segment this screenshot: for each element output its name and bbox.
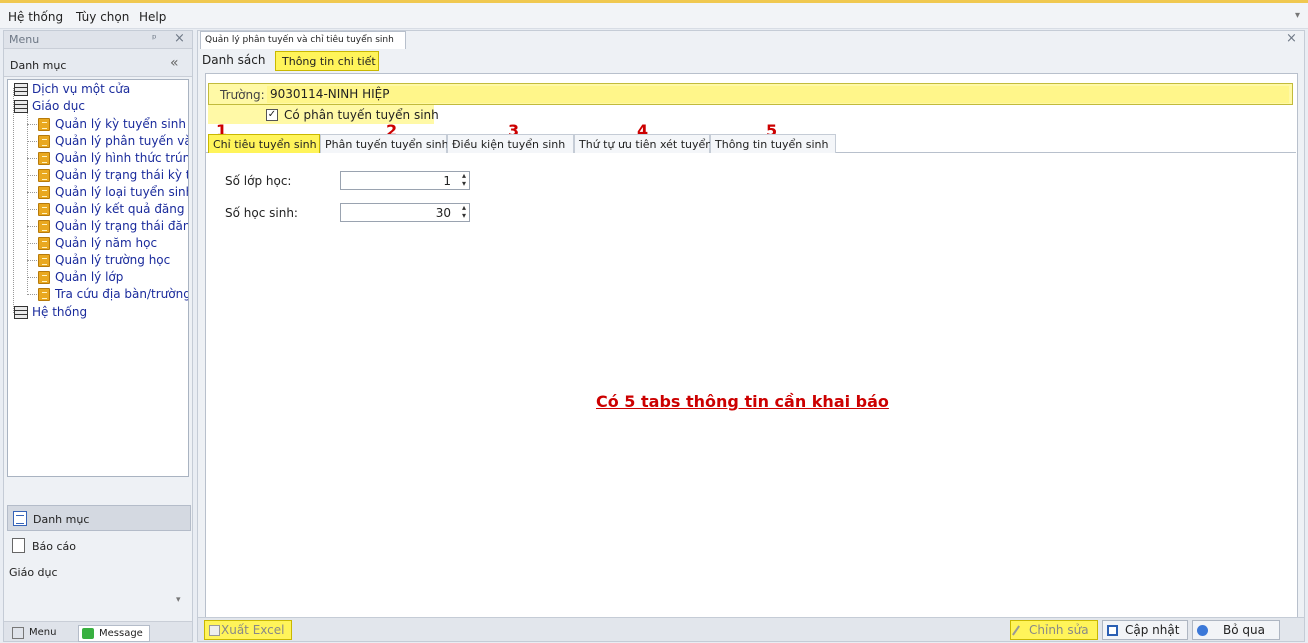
message-icon	[82, 628, 94, 639]
tab-thong-tin-chi-tiet[interactable]: Thông tin chi tiết	[275, 51, 379, 71]
tab-dieu-kien[interactable]: Điều kiện tuyển sinh	[447, 134, 574, 153]
spinner-arrows-icon[interactable]: ▴ ▾	[462, 172, 466, 188]
xuat-excel-button[interactable]: Xuất Excel	[204, 620, 292, 640]
tab-thu-tu-uu-tien[interactable]: Thứ tự ưu tiên xét tuyển	[574, 134, 712, 153]
truong-label: Trường:	[220, 88, 265, 102]
phan-tuyen-checkbox[interactable]: ✓	[266, 109, 278, 121]
tree-child-item[interactable]: Quản lý loại tuyển sinh	[8, 184, 188, 201]
chinh-sua-button[interactable]: Chỉnh sửa	[1010, 620, 1098, 640]
report-icon	[12, 538, 25, 553]
book-icon	[38, 271, 50, 284]
tree-child-item[interactable]: Tra cứu địa bàn/trường h	[8, 286, 188, 303]
excel-icon	[209, 625, 220, 636]
nav-danh-muc[interactable]: Danh mục	[7, 505, 191, 531]
tab-message[interactable]: Message	[78, 625, 150, 642]
info-tabs: Chỉ tiêu tuyển sinh Phân tuyến tuyển sin…	[206, 133, 1296, 153]
menu-help[interactable]: Help	[139, 10, 166, 24]
truong-row: Trường: 9030114-NINH HIỆP	[208, 83, 1293, 105]
tree-child-item[interactable]: Quản lý phân tuyến và ch	[8, 133, 188, 150]
bottom-toolbar: Xuất Excel Chỉnh sửa Cập nhật Bỏ qua	[198, 617, 1304, 641]
tree-item-he-thong[interactable]: Hệ thống	[8, 304, 188, 321]
book-icon	[38, 237, 50, 250]
so-lop-label: Số lớp học:	[225, 174, 292, 188]
tree-child-item[interactable]: Quản lý kết quả đăng ký	[8, 201, 188, 218]
tab-chi-tieu[interactable]: Chỉ tiêu tuyển sinh	[208, 134, 320, 153]
book-icon	[38, 152, 50, 165]
book-icon	[38, 169, 50, 182]
document-tab[interactable]: Quản lý phân tuyến và chỉ tiêu tuyển sin…	[200, 31, 406, 49]
tab-danh-sach[interactable]: Danh sách	[202, 53, 265, 67]
tab-menu[interactable]: Menu	[12, 625, 72, 642]
menu-icon	[12, 627, 24, 639]
save-icon	[1107, 625, 1118, 636]
section-title: Danh mục	[10, 59, 67, 72]
tab-thong-tin[interactable]: Thông tin tuyển sinh	[710, 134, 836, 153]
left-panel: Menu ᵖ × Danh mục « Dịch vụ một cửa Giáo…	[3, 30, 193, 642]
cap-nhat-button[interactable]: Cập nhật	[1102, 620, 1188, 640]
annotation-text: Có 5 tabs thông tin cần khai báo	[596, 392, 889, 411]
nav-bao-cao[interactable]: Báo cáo	[7, 533, 191, 559]
tree-child-item[interactable]: Quản lý trường học	[8, 252, 188, 269]
collapse-icon[interactable]: «	[170, 55, 179, 71]
close-icon[interactable]: ×	[174, 31, 185, 46]
pencil-icon	[1012, 625, 1020, 636]
tree-item-dich-vu[interactable]: Dịch vụ một cửa	[8, 81, 188, 98]
tree-child-item[interactable]: Quản lý hình thức trúng t	[8, 150, 188, 167]
so-hs-label: Số học sinh:	[225, 206, 298, 220]
book-icon	[38, 203, 50, 216]
book-icon	[38, 254, 50, 267]
book-icon	[38, 186, 50, 199]
chevron-down-icon[interactable]: ▾	[176, 595, 181, 605]
menu-he-thong[interactable]: Hệ thống	[8, 10, 63, 24]
tree-child-item[interactable]: Quản lý năm học	[8, 235, 188, 252]
tree-child-item[interactable]: Quản lý trạng thái đăng k	[8, 218, 188, 235]
cancel-icon	[1197, 625, 1208, 636]
database-icon	[14, 100, 28, 113]
document-area: Quản lý phân tuyến và chỉ tiêu tuyển sin…	[197, 30, 1305, 642]
checkbox-label: Có phân tuyến tuyển sinh	[284, 108, 439, 122]
view-tabs: Danh sách Thông tin chi tiết	[200, 51, 1300, 71]
left-panel-title: Menu	[9, 33, 40, 46]
bo-qua-button[interactable]: Bỏ qua	[1192, 620, 1280, 640]
book-icon	[38, 135, 50, 148]
tree-child-item[interactable]: Quản lý lớp	[8, 269, 188, 286]
spinner-arrows-icon[interactable]: ▴ ▾	[462, 204, 466, 220]
detail-content: Trường: 9030114-NINH HIỆP ✓ Có phân tuyế…	[205, 73, 1298, 628]
menu-tuy-chon[interactable]: Tùy chọn	[76, 10, 129, 24]
section-header: Danh mục «	[4, 49, 192, 77]
close-icon[interactable]: ×	[1286, 31, 1297, 46]
pin-icon[interactable]: ᵖ	[152, 32, 157, 45]
truong-field[interactable]: 9030114-NINH HIỆP	[267, 86, 1289, 103]
book-icon	[38, 288, 50, 301]
left-panel-header: Menu ᵖ ×	[4, 31, 192, 49]
book-icon	[38, 220, 50, 233]
menubar: Hệ thống Tùy chọn Help ▾	[0, 3, 1308, 29]
database-icon	[14, 306, 28, 319]
so-hs-spinner[interactable]: 30 ▴ ▾	[340, 203, 470, 222]
tree-item-giao-duc[interactable]: Giáo dục	[8, 98, 188, 115]
menu-tree: Dịch vụ một cửa Giáo dục Quản lý kỳ tuyể…	[7, 79, 189, 477]
tree-child-item[interactable]: Quản lý trạng thái kỳ tuyể	[8, 167, 188, 184]
chevron-down-icon[interactable]: ▾	[1295, 10, 1300, 21]
tree-child-item[interactable]: Quản lý kỳ tuyển sinh	[8, 116, 188, 133]
book-icon	[38, 118, 50, 131]
nav-giao-duc[interactable]: Giáo dục	[9, 566, 58, 579]
tab-phan-tuyen[interactable]: Phân tuyến tuyển sinh	[320, 134, 449, 153]
left-bottom-tabs: Menu Message	[4, 621, 192, 642]
database-icon	[14, 83, 28, 96]
list-icon	[13, 511, 27, 526]
so-lop-spinner[interactable]: 1 ▴ ▾	[340, 171, 470, 190]
